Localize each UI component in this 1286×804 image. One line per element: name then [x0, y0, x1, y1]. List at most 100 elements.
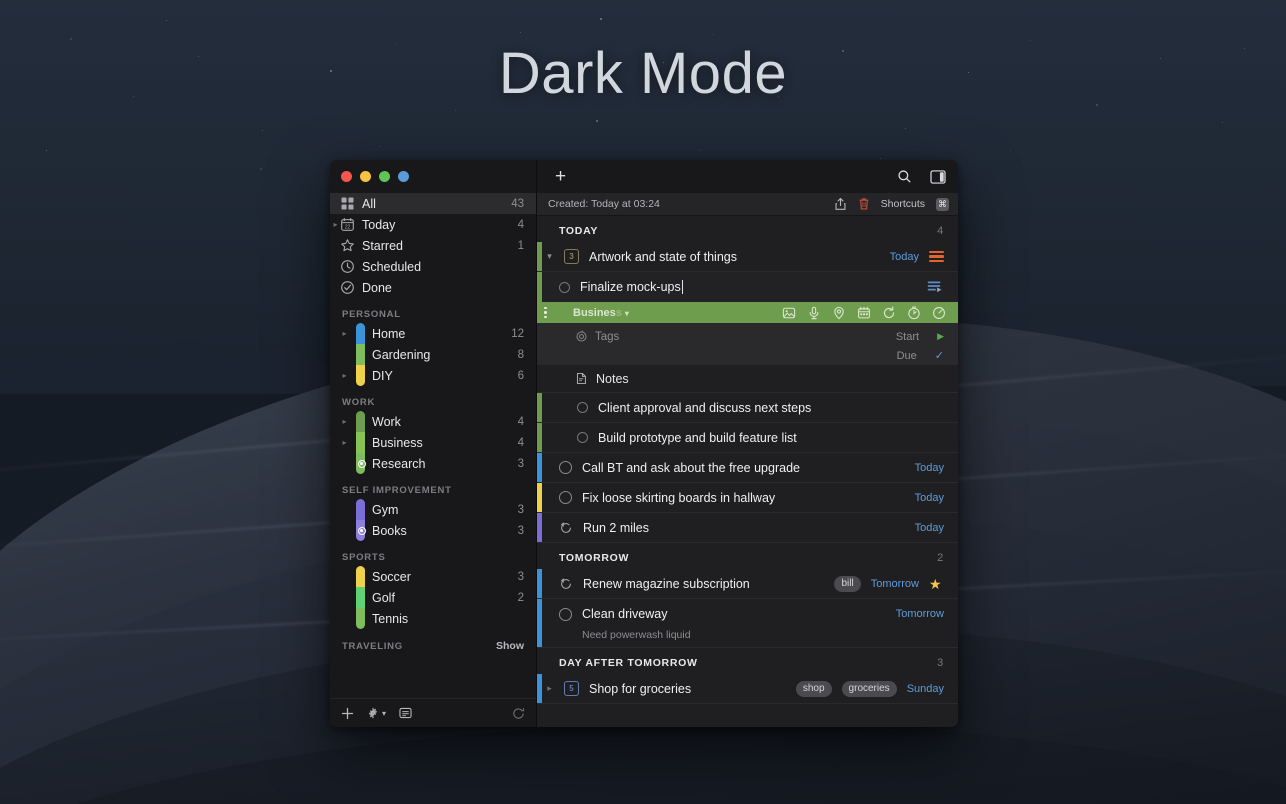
disclosure-triangle-icon[interactable]: ▸ — [340, 438, 349, 447]
task-row-subtask[interactable]: Client approval and discuss next steps — [537, 393, 958, 423]
sidebar-list-count: 3 — [518, 504, 524, 516]
disclosure-triangle-icon[interactable]: ▸ — [340, 329, 349, 338]
image-icon[interactable] — [782, 306, 796, 320]
task-list[interactable]: TODAY4▾3Artwork and state of thingsToday… — [537, 216, 958, 727]
refresh-icon[interactable] — [512, 707, 525, 720]
task-row[interactable]: ▾3Artwork and state of thingsToday — [537, 242, 958, 272]
sidebar-list-soccer[interactable]: Soccer3 — [330, 566, 536, 587]
close-button[interactable] — [341, 171, 352, 182]
zoom-button[interactable] — [379, 171, 390, 182]
task-row[interactable]: Clean drivewayTomorrow — [537, 599, 958, 629]
task-date[interactable]: Tomorrow — [871, 578, 919, 590]
task-date[interactable]: Today — [915, 462, 944, 474]
add-task-button[interactable]: + — [555, 167, 566, 186]
task-checkbox[interactable] — [559, 282, 570, 293]
task-row[interactable]: ▸5Shop for groceriesshopgroceriesSunday — [537, 674, 958, 704]
task-checkbox[interactable] — [559, 608, 572, 621]
due-field[interactable]: Due ✓ — [537, 346, 958, 365]
calendar-icon[interactable] — [857, 306, 871, 320]
task-date[interactable]: Sunday — [907, 683, 944, 695]
notes-field[interactable]: Notes — [537, 365, 958, 393]
task-row-subtask[interactable]: Build prototype and build feature list — [537, 423, 958, 453]
plus-icon[interactable] — [341, 707, 354, 720]
tag-label[interactable]: Business▾ — [573, 307, 629, 319]
disclosure-triangle-icon[interactable]: ▸ — [331, 220, 340, 229]
start-play-icon[interactable]: ▶ — [937, 331, 944, 342]
drag-handle[interactable] — [537, 307, 549, 319]
timer-icon[interactable] — [907, 306, 921, 320]
task-row[interactable]: Run 2 milesToday — [537, 513, 958, 543]
tags-field[interactable]: Tags Start ▶ — [537, 327, 958, 346]
sidebar-scroll-area[interactable]: All43▸ 22Today4Starred1 Scheduled Done P… — [330, 193, 536, 698]
task-row[interactable]: Fix loose skirting boards in hallwayToda… — [537, 483, 958, 513]
priority-indicator-icon[interactable] — [929, 251, 944, 262]
repeat-icon[interactable] — [882, 306, 896, 320]
repeat-task-icon[interactable] — [559, 577, 573, 591]
disclosure-triangle-icon[interactable]: ▾ — [545, 251, 554, 262]
indent-flag-icon[interactable] — [927, 280, 944, 294]
sidebar-list-label: DIY — [372, 369, 512, 383]
task-tag[interactable]: bill — [834, 576, 860, 592]
sidebar-list-work[interactable]: ▸ Work4 — [330, 411, 536, 432]
right-panel-icon[interactable] — [930, 170, 946, 184]
task-date[interactable]: Today — [915, 492, 944, 504]
sidebar-list-gym[interactable]: Gym3 — [330, 499, 536, 520]
star-icon[interactable]: ★ — [929, 577, 944, 591]
clock-icon — [340, 259, 355, 274]
task-detail-panel: Tags Start ▶ Due ✓ — [537, 323, 958, 393]
clock-icon[interactable] — [932, 306, 946, 320]
list-badge-icon — [358, 527, 366, 535]
chevron-down-icon: ▾ — [625, 309, 629, 318]
search-icon[interactable] — [897, 169, 912, 184]
task-title-input[interactable]: Finalize mock-ups — [580, 280, 683, 294]
project-badge: 3 — [564, 249, 579, 264]
list-color-swatch — [355, 344, 366, 365]
chevron-down-icon: ▾ — [382, 709, 386, 718]
task-checkbox[interactable] — [559, 461, 572, 474]
sidebar-list-tennis[interactable]: Tennis — [330, 608, 536, 629]
sidebar-list-golf[interactable]: Golf2 — [330, 587, 536, 608]
sidebar-group-action[interactable]: Show — [496, 640, 524, 652]
task-date[interactable]: Today — [890, 251, 919, 263]
sidebar-item-done[interactable]: Done — [330, 277, 536, 298]
sidebar-list-label: Research — [372, 457, 512, 471]
sidebar-item-all[interactable]: All43 — [330, 193, 536, 214]
list-view-icon[interactable] — [399, 707, 412, 719]
sidebar-list-research[interactable]: Research3 — [330, 453, 536, 474]
sidebar-list-diy[interactable]: ▸ DIY6 — [330, 365, 536, 386]
task-tag[interactable]: groceries — [842, 681, 897, 697]
sidebar-list-business[interactable]: ▸ Business4 — [330, 432, 536, 453]
task-tag-bar[interactable]: Business▾ — [537, 302, 958, 323]
repeat-task-icon[interactable] — [559, 521, 573, 535]
extra-window-button[interactable] — [398, 171, 409, 182]
sidebar-list-books[interactable]: Books3 — [330, 520, 536, 541]
disclosure-triangle-icon[interactable]: ▸ — [340, 371, 349, 380]
sidebar-list-gardening[interactable]: Gardening8 — [330, 344, 536, 365]
minimize-button[interactable] — [360, 171, 371, 182]
sidebar-item-scheduled[interactable]: Scheduled — [330, 256, 536, 277]
task-checkbox[interactable] — [577, 432, 588, 443]
task-note: Need powerwash liquid — [537, 629, 958, 648]
task-row[interactable]: Renew magazine subscriptionbillTomorrow★ — [537, 569, 958, 599]
microphone-icon[interactable] — [807, 306, 821, 320]
task-checkbox[interactable] — [559, 491, 572, 504]
task-checkbox[interactable] — [577, 402, 588, 413]
task-row-editing[interactable]: Finalize mock-ups — [537, 272, 958, 302]
task-date[interactable]: Tomorrow — [896, 608, 944, 620]
settings-menu-button[interactable]: ▾ — [367, 707, 386, 719]
disclosure-triangle-icon[interactable]: ▸ — [340, 417, 349, 426]
task-row[interactable]: Call BT and ask about the free upgradeTo… — [537, 453, 958, 483]
location-icon[interactable] — [832, 306, 846, 320]
task-tag[interactable]: shop — [796, 681, 832, 697]
disclosure-triangle-icon[interactable]: ▸ — [545, 683, 554, 694]
sidebar-footer: ▾ — [330, 698, 536, 727]
shortcuts-label[interactable]: Shortcuts — [881, 198, 925, 210]
task-date[interactable]: Today — [915, 522, 944, 534]
due-check-icon[interactable]: ✓ — [935, 349, 944, 362]
sidebar-list-home[interactable]: ▸ Home12 — [330, 323, 536, 344]
sidebar-item-starred[interactable]: Starred1 — [330, 235, 536, 256]
trash-icon[interactable] — [858, 197, 870, 211]
share-icon[interactable] — [834, 197, 847, 211]
main-panel: + Created: Today at 03:24 — [537, 160, 958, 727]
sidebar-item-today[interactable]: ▸ 22Today4 — [330, 214, 536, 235]
